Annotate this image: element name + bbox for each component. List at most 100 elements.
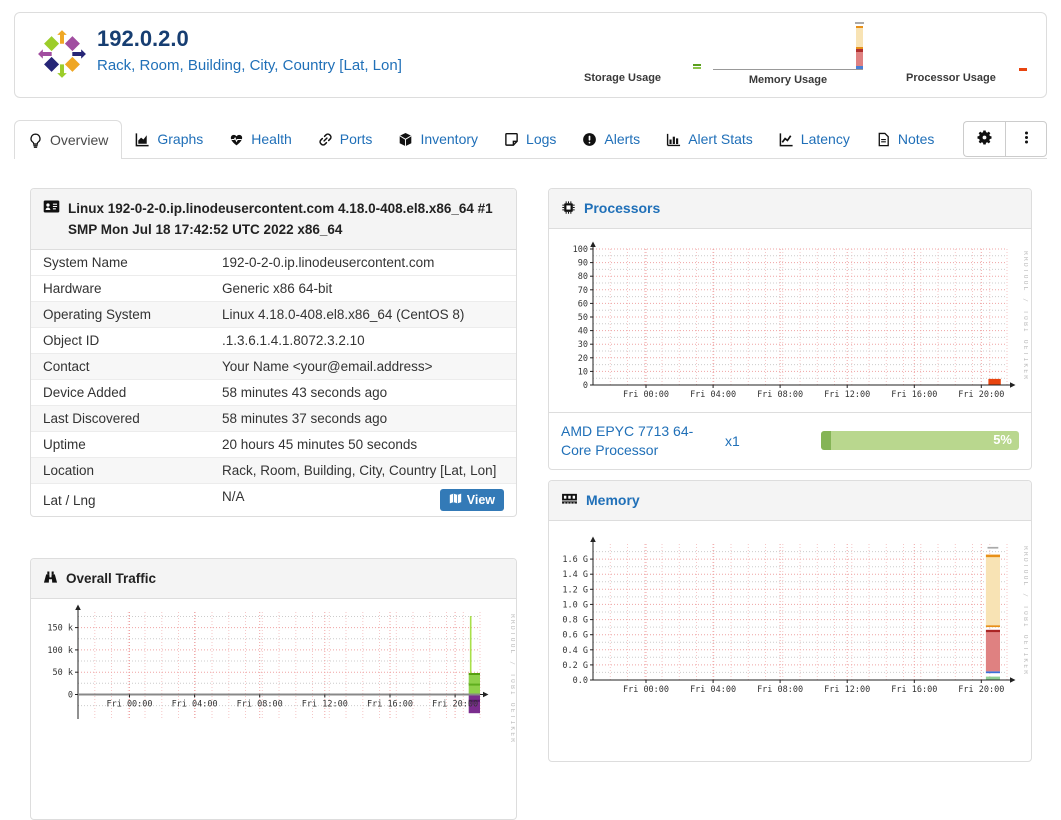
memory-usage-minigraph[interactable]: [856, 25, 863, 69]
row-label: Operating System: [43, 307, 152, 322]
area-chart-icon: [135, 132, 150, 147]
tab-label: Health: [251, 131, 292, 147]
svg-text:Fri 00:00: Fri 00:00: [623, 390, 669, 400]
svg-text:Fri 12:00: Fri 12:00: [302, 700, 348, 710]
storage-usage-minigraph[interactable]: [693, 64, 701, 70]
svg-text:100: 100: [573, 245, 588, 255]
svg-text:40: 40: [578, 327, 588, 337]
cpu-link[interactable]: AMD EPYC 7713 64-Core Processor: [561, 422, 713, 460]
cube-icon: [398, 132, 413, 147]
heartbeat-icon: [229, 132, 244, 147]
row-value: N/A View: [210, 484, 516, 517]
system-info-row: Lat / Lng N/A View: [31, 483, 516, 517]
bar-chart-icon: [666, 132, 681, 147]
processor-usage-minigraph[interactable]: [1019, 68, 1027, 71]
device-header-card: 192.0.2.0 Rack, Room, Building, City, Co…: [14, 12, 1047, 98]
system-info-row: Hardware Generic x86 64-bit: [31, 275, 516, 302]
memory-graph[interactable]: 0.0 0.2 G 0.4 G 0.6 G 0.8 G 1.0 G 1.2 G 1.4 G 1.…: [549, 521, 1031, 708]
system-info-table: System Name 192-0-2-0.ip.linodeuserconten…: [31, 250, 516, 516]
device-settings-button[interactable]: [963, 121, 1005, 157]
svg-text:80: 80: [578, 272, 588, 282]
tab-label: Alert Stats: [688, 131, 753, 147]
row-value: 20 hours 45 minutes 50 seconds: [222, 437, 418, 452]
processors-graph[interactable]: 0 10 20 30 40 50 60 70 80 90 100 Fri 00:00 Fri 04:00…: [549, 229, 1031, 412]
tab-label: Alerts: [604, 131, 641, 147]
system-info-row: Last Discovered 58 minutes 37 seconds ago: [31, 405, 516, 432]
svg-text:RRDTOOL / TOBI OETIKER: RRDTOOL / TOBI OETIKER: [1022, 546, 1028, 676]
svg-text:0.6 G: 0.6 G: [562, 631, 588, 641]
tab-alert-stats[interactable]: Alert Stats: [653, 120, 766, 158]
processors-panel: Processors 0 10 20 30 40 50 60 70 80 90 100 Fri 00:…: [548, 188, 1032, 470]
tab-label: Inventory: [420, 131, 479, 147]
tab-latency[interactable]: Latency: [766, 120, 863, 158]
device-location-link[interactable]: Rack, Room, Building, City, Country [Lat…: [97, 57, 402, 74]
svg-text:150 k: 150 k: [47, 624, 73, 634]
device-title: 192.0.2.0: [97, 26, 189, 51]
svg-text:60: 60: [578, 299, 588, 309]
row-label: Contact: [43, 359, 90, 374]
tab-notes[interactable]: Notes: [863, 120, 948, 158]
system-info-row: System Name 192-0-2-0.ip.linodeuserconten…: [31, 250, 516, 276]
line-chart-icon: [779, 132, 794, 147]
svg-text:0: 0: [583, 381, 588, 391]
row-label: Uptime: [43, 437, 86, 452]
memory-usage-minigraph-cap: [855, 22, 864, 24]
tab-health[interactable]: Health: [216, 120, 304, 158]
svg-text:Fri 04:00: Fri 04:00: [172, 700, 218, 710]
svg-text:RRDTOOL / TOBI OETIKER: RRDTOOL / TOBI OETIKER: [1022, 251, 1028, 381]
system-info-row: Operating System Linux 4.18.0-408.el8.x86…: [31, 301, 516, 328]
svg-text:Fri 12:00: Fri 12:00: [824, 390, 870, 400]
row-value: .1.3.6.1.4.1.8072.3.2.10: [222, 333, 365, 348]
svg-text:Fri 16:00: Fri 16:00: [367, 700, 413, 710]
row-value: Generic x86 64-bit: [222, 281, 333, 296]
svg-text:1.2 G: 1.2 G: [562, 585, 588, 595]
svg-text:20: 20: [578, 354, 588, 364]
tab-graphs[interactable]: Graphs: [122, 120, 216, 158]
svg-text:Fri 08:00: Fri 08:00: [757, 390, 803, 400]
svg-text:Fri 08:00: Fri 08:00: [757, 685, 803, 695]
memory-panel-title: Memory: [586, 492, 640, 508]
overall-traffic-graph[interactable]: 0 50 k 100 k 150 k Fri 00:00 Fri 04:00 Fri 08:…: [31, 599, 517, 760]
tab-inventory[interactable]: Inventory: [385, 120, 491, 158]
tab-alerts[interactable]: Alerts: [569, 120, 653, 158]
gear-icon: [976, 129, 993, 149]
svg-text:50 k: 50 k: [53, 668, 73, 678]
tab-ports[interactable]: Ports: [305, 120, 386, 158]
cpu-usage-fill: [821, 431, 831, 451]
row-value: 192-0-2-0.ip.linodeusercontent.com: [222, 255, 435, 270]
svg-text:RRDTOOL / TOBI OETIKER: RRDTOOL / TOBI OETIKER: [509, 614, 515, 744]
svg-text:1.6 G: 1.6 G: [562, 555, 588, 565]
tab-logs[interactable]: Logs: [491, 120, 569, 158]
kebab-icon: [1019, 130, 1034, 148]
svg-text:1.0 G: 1.0 G: [562, 600, 588, 610]
svg-text:70: 70: [578, 286, 588, 296]
system-description: Linux 192-0-2-0.ip.linodeusercontent.com…: [68, 201, 493, 237]
tab-overview[interactable]: Overview: [14, 120, 123, 159]
svg-text:0.0: 0.0: [573, 676, 588, 686]
row-label: Last Discovered: [43, 411, 140, 426]
alert-circle-icon: [582, 132, 597, 147]
tab-label: Graphs: [157, 131, 204, 147]
processor-usage-label: Processor Usage: [906, 72, 996, 84]
system-info-panel: Linux 192-0-2-0.ip.linodeusercontent.com…: [30, 188, 517, 517]
lightbulb-icon: [28, 132, 43, 148]
system-info-row: Device Added 58 minutes 43 seconds ago: [31, 379, 516, 406]
svg-text:10: 10: [578, 367, 588, 377]
cpu-usage-label: 5%: [993, 432, 1012, 448]
row-value: 58 minutes 37 seconds ago: [222, 411, 388, 426]
row-label: Lat / Lng: [43, 492, 96, 508]
svg-text:Fri 04:00: Fri 04:00: [690, 685, 736, 695]
svg-text:Fri 20:00: Fri 20:00: [432, 700, 478, 710]
system-info-row: Object ID .1.3.6.1.4.1.8072.3.2.10: [31, 327, 516, 354]
svg-text:Fri 04:00: Fri 04:00: [690, 390, 736, 400]
system-panel-header: Linux 192-0-2-0.ip.linodeusercontent.com…: [31, 189, 516, 250]
microchip-icon: [561, 198, 576, 215]
row-value: Linux 4.18.0-408.el8.x86_64 (CentOS 8): [222, 307, 465, 322]
system-info-row: Location Rack, Room, Building, City, Coun…: [31, 457, 516, 484]
device-menu-button[interactable]: [1005, 121, 1047, 157]
cpu-usage-bar: 5%: [821, 431, 1019, 451]
svg-text:Fri 16:00: Fri 16:00: [891, 390, 937, 400]
memory-usage-minigraph-baseline: [713, 69, 863, 70]
centos-logo: [36, 28, 88, 80]
view-location-button[interactable]: View: [439, 489, 504, 511]
